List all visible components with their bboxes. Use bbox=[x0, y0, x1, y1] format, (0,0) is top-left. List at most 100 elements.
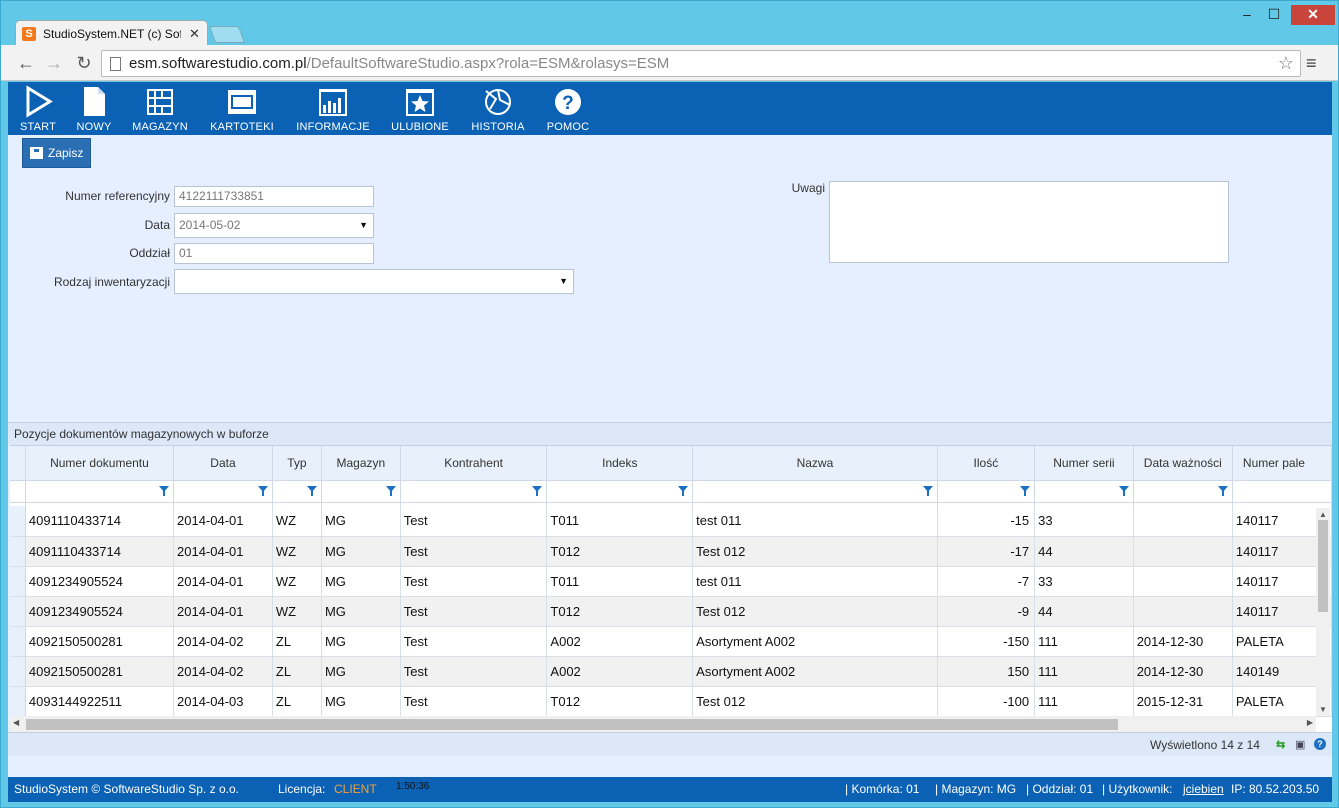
toolbar-favorites[interactable]: ULUBIONE bbox=[388, 85, 452, 135]
toolbar-history[interactable]: HISTORIA bbox=[466, 85, 530, 135]
ref-number-label: Numer referencyjny bbox=[65, 189, 170, 203]
filter-cell[interactable] bbox=[692, 480, 938, 503]
toolbar-warehouse[interactable]: MAGAZYN bbox=[130, 85, 190, 135]
chevron-down-icon[interactable]: ▼ bbox=[559, 270, 568, 293]
filter-cell[interactable] bbox=[1034, 480, 1134, 503]
table-cell: 33 bbox=[1034, 566, 1134, 597]
inventory-type-select[interactable]: ▼ bbox=[174, 269, 574, 294]
help-icon: ? bbox=[555, 89, 581, 115]
horizontal-scroll-thumb[interactable] bbox=[26, 719, 1118, 730]
reload-icon[interactable]: ↻ bbox=[73, 53, 95, 73]
scroll-right-arrow-icon[interactable]: ▶ bbox=[1307, 718, 1313, 727]
toolbar-info[interactable]: INFORMACJE bbox=[294, 85, 372, 135]
col-header-warehouse[interactable]: Magazyn bbox=[321, 446, 401, 481]
col-header-doc-number[interactable]: Numer dokumentu bbox=[25, 446, 175, 481]
toolbar-start[interactable]: START bbox=[18, 85, 58, 135]
table-row[interactable]: 4091234905524 2014-04-01 WZ MG Test T012 Test … bbox=[10, 596, 1332, 627]
status-user-link[interactable]: jciebien bbox=[1183, 777, 1224, 801]
col-header-type[interactable]: Typ bbox=[272, 446, 322, 481]
filter-funnel-icon[interactable] bbox=[159, 485, 170, 496]
col-header-date[interactable]: Data bbox=[173, 446, 273, 481]
vertical-scrollbar[interactable]: ▲ ▼ bbox=[1316, 508, 1330, 716]
branch-label: Oddział bbox=[129, 246, 170, 260]
table-cell: 111 bbox=[1034, 626, 1134, 657]
row-selector[interactable] bbox=[10, 566, 26, 597]
col-header-expiry[interactable]: Data ważności bbox=[1133, 446, 1233, 481]
bookmark-star-icon[interactable]: ☆ bbox=[1278, 51, 1294, 76]
col-header-quantity[interactable]: Ilość bbox=[937, 446, 1036, 481]
filter-funnel-icon[interactable] bbox=[1217, 485, 1228, 496]
help-circle-icon[interactable]: ? bbox=[1314, 738, 1326, 750]
browser-titlebar: S StudioSystem.NET (c) Soft ✕ – ☐ ✕ bbox=[1, 1, 1338, 46]
filter-cell[interactable] bbox=[546, 480, 694, 503]
toolbar-card-index-label: KARTOTEKI bbox=[210, 121, 274, 133]
filter-cell[interactable] bbox=[321, 480, 401, 503]
filter-cell[interactable] bbox=[400, 480, 548, 503]
save-button[interactable]: Zapisz bbox=[22, 138, 91, 168]
window-close-button[interactable]: ✕ bbox=[1291, 5, 1335, 25]
toolbar-new[interactable]: NOWY bbox=[74, 85, 114, 135]
filter-funnel-icon[interactable] bbox=[1118, 485, 1129, 496]
scroll-down-arrow-icon[interactable]: ▼ bbox=[1319, 705, 1327, 714]
filter-funnel-icon[interactable] bbox=[1020, 485, 1031, 496]
row-selector[interactable] bbox=[10, 506, 26, 537]
table-cell: ZL bbox=[272, 656, 322, 687]
table-row[interactable]: 4092150500281 2014-04-02 ZL MG Test A002 Asort… bbox=[10, 626, 1332, 657]
filter-cell[interactable] bbox=[937, 480, 1036, 503]
row-selector[interactable] bbox=[10, 626, 26, 657]
filter-cell[interactable] bbox=[173, 480, 273, 503]
browser-menu-icon[interactable]: ≡ bbox=[1306, 53, 1322, 73]
table-row[interactable]: 4092150500281 2014-04-02 ZL MG Test A002 Asort… bbox=[10, 656, 1332, 687]
filter-cell[interactable] bbox=[1133, 480, 1233, 503]
new-tab-button[interactable] bbox=[208, 26, 246, 43]
col-header-contractor[interactable]: Kontrahent bbox=[400, 446, 548, 481]
table-row[interactable]: 4091234905524 2014-04-01 WZ MG Test T011 test … bbox=[10, 566, 1332, 597]
row-selector[interactable] bbox=[10, 536, 26, 567]
table-cell: Asortyment A002 bbox=[692, 656, 938, 687]
table-cell: MG bbox=[321, 596, 401, 627]
row-selector[interactable] bbox=[10, 656, 26, 687]
scroll-up-arrow-icon[interactable]: ▲ bbox=[1319, 510, 1327, 519]
col-header-name[interactable]: Nazwa bbox=[692, 446, 938, 481]
tab-close-icon[interactable]: ✕ bbox=[189, 26, 200, 42]
date-picker[interactable]: 2014-05-02 ▼ bbox=[174, 213, 374, 238]
filter-funnel-icon[interactable] bbox=[922, 485, 933, 496]
col-header-pallet[interactable]: Numer pale bbox=[1232, 446, 1332, 481]
browser-window: S StudioSystem.NET (c) Soft ✕ – ☐ ✕ ← → … bbox=[0, 0, 1339, 808]
table-row[interactable]: 4091110433714 2014-04-01 WZ MG Test T011 test … bbox=[10, 506, 1332, 537]
toolbar-help[interactable]: ? POMOC bbox=[544, 85, 592, 135]
table-row[interactable]: 4091110433714 2014-04-01 WZ MG Test T012 Test … bbox=[10, 536, 1332, 567]
url-input[interactable]: esm.softwarestudio.com.pl/DefaultSoftwar… bbox=[101, 50, 1301, 77]
toolbar-card-index[interactable]: KARTOTEKI bbox=[207, 85, 277, 135]
notes-textarea[interactable] bbox=[829, 181, 1229, 263]
ref-number-field[interactable]: 4122111733851 bbox=[174, 186, 374, 207]
table-cell: ZL bbox=[272, 626, 322, 657]
export-icon[interactable]: ▣ bbox=[1295, 738, 1305, 751]
filter-funnel-icon[interactable] bbox=[385, 485, 396, 496]
filter-funnel-icon[interactable] bbox=[678, 485, 689, 496]
filter-funnel-icon[interactable] bbox=[306, 485, 317, 496]
refresh-arrows-icon[interactable]: ⇆ bbox=[1276, 738, 1285, 751]
filter-cell[interactable] bbox=[1232, 480, 1332, 503]
filter-cell[interactable] bbox=[272, 480, 322, 503]
window-maximize-button[interactable]: ☐ bbox=[1263, 5, 1285, 25]
row-selector[interactable] bbox=[10, 596, 26, 627]
table-cell: Test bbox=[400, 626, 548, 657]
browser-tab[interactable]: S StudioSystem.NET (c) Soft ✕ bbox=[15, 20, 208, 46]
row-selector[interactable] bbox=[10, 686, 26, 717]
filter-cell[interactable] bbox=[25, 480, 175, 503]
col-header-index[interactable]: Indeks bbox=[546, 446, 694, 481]
horizontal-scrollbar[interactable]: ◀ ▶ bbox=[10, 716, 1316, 732]
window-minimize-button[interactable]: – bbox=[1237, 5, 1257, 25]
chevron-down-icon[interactable]: ▼ bbox=[359, 214, 368, 237]
col-header-serial[interactable]: Numer serii bbox=[1034, 446, 1134, 481]
tab-title: StudioSystem.NET (c) Soft bbox=[43, 26, 181, 41]
branch-field[interactable]: 01 bbox=[174, 243, 374, 264]
vertical-scroll-thumb[interactable] bbox=[1318, 520, 1328, 612]
filter-funnel-icon[interactable] bbox=[257, 485, 268, 496]
scroll-left-arrow-icon[interactable]: ◀ bbox=[13, 718, 19, 727]
back-arrow-icon[interactable]: ← bbox=[15, 53, 37, 73]
filter-funnel-icon[interactable] bbox=[532, 485, 543, 496]
table-row[interactable]: 4093144922511 2014-04-03 ZL MG Test T012 Test … bbox=[10, 686, 1332, 717]
forward-arrow-icon[interactable]: → bbox=[43, 53, 65, 73]
